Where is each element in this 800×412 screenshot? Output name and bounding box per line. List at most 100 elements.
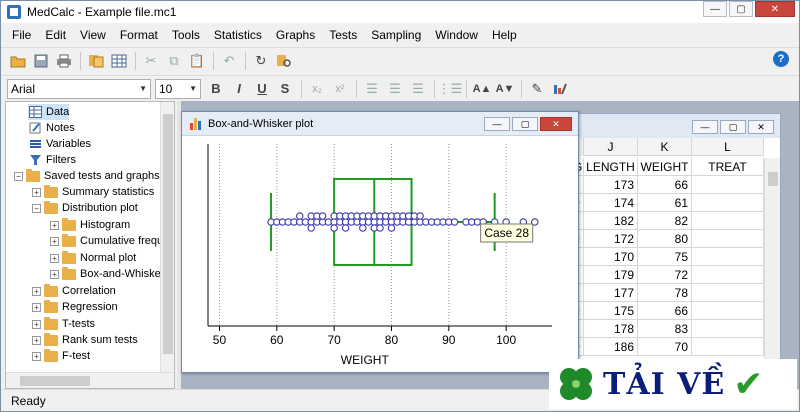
- shadow-button[interactable]: S: [274, 78, 296, 100]
- cut-icon[interactable]: ✂: [140, 50, 162, 72]
- help-icon[interactable]: ?: [773, 51, 789, 67]
- expand-icon[interactable]: +: [32, 302, 41, 312]
- data-cell[interactable]: 179: [584, 266, 638, 284]
- data-cell[interactable]: 61: [638, 194, 692, 212]
- edit-format-icon[interactable]: ✎: [526, 78, 548, 100]
- menu-file[interactable]: File: [5, 28, 38, 42]
- open-icon[interactable]: [7, 50, 29, 72]
- box-whisker-chart[interactable]: 50 60 70 80 90 100 WEIGHT Case 28: [182, 136, 578, 372]
- menu-window[interactable]: Window: [428, 28, 485, 42]
- collapse-icon[interactable]: −: [32, 203, 41, 213]
- menu-edit[interactable]: Edit: [38, 28, 73, 42]
- plot-minimize-button[interactable]: —: [484, 117, 510, 131]
- expand-icon[interactable]: +: [32, 319, 41, 329]
- expand-icon[interactable]: +: [50, 236, 59, 246]
- data-cell[interactable]: 170: [584, 248, 638, 266]
- data-cell[interactable]: 70: [638, 338, 692, 356]
- tree-item-cumulative[interactable]: + Cumulative freque: [50, 233, 161, 249]
- save-icon[interactable]: [30, 50, 52, 72]
- menu-graphs[interactable]: Graphs: [269, 28, 322, 42]
- data-cell[interactable]: 182: [584, 212, 638, 230]
- font-name-select[interactable]: Arial ▼: [7, 78, 151, 99]
- color-format-icon[interactable]: [549, 78, 571, 100]
- data-cell[interactable]: [692, 284, 764, 302]
- menu-help[interactable]: Help: [485, 28, 524, 42]
- scrollbar-thumb[interactable]: [20, 376, 90, 386]
- underline-button[interactable]: U: [251, 78, 273, 100]
- copy-icon[interactable]: ⧉: [163, 50, 185, 72]
- menu-view[interactable]: View: [73, 28, 113, 42]
- tree-item-saved[interactable]: − Saved tests and graphs: [14, 168, 160, 184]
- data-cell[interactable]: [692, 212, 764, 230]
- expand-icon[interactable]: +: [32, 286, 41, 296]
- data-cell[interactable]: 174: [584, 194, 638, 212]
- bold-button[interactable]: B: [205, 78, 227, 100]
- expand-icon[interactable]: +: [32, 351, 41, 361]
- data-cell[interactable]: 175: [584, 302, 638, 320]
- tree-vertical-scrollbar[interactable]: [160, 102, 174, 372]
- subscript-button[interactable]: x₂: [306, 78, 328, 100]
- tree-item-boxwhisker[interactable]: + Box-and-Whisker: [50, 266, 161, 282]
- spreadsheet-vertical-scrollbar[interactable]: [764, 158, 780, 386]
- variable-name-cell[interactable]: LENGTH: [584, 158, 638, 176]
- data-cell[interactable]: 66: [638, 302, 692, 320]
- italic-button[interactable]: I: [228, 78, 250, 100]
- tree-item-data[interactable]: Data: [28, 104, 70, 120]
- scrollbar-thumb[interactable]: [163, 114, 173, 354]
- find-icon[interactable]: [273, 50, 295, 72]
- data-cell[interactable]: 177: [584, 284, 638, 302]
- undo-icon[interactable]: ↶: [218, 50, 240, 72]
- copy-sheet-icon[interactable]: [85, 50, 107, 72]
- column-header-l[interactable]: L: [692, 138, 764, 156]
- data-cell[interactable]: 78: [638, 284, 692, 302]
- paste-icon[interactable]: 📋: [186, 50, 208, 72]
- data-cell[interactable]: 72: [638, 266, 692, 284]
- spreadsheet-close-button[interactable]: ✕: [748, 120, 774, 134]
- data-cell[interactable]: 83: [638, 320, 692, 338]
- collapse-icon[interactable]: −: [14, 171, 23, 181]
- data-cell[interactable]: [692, 248, 764, 266]
- align-left-icon[interactable]: ☰: [361, 78, 383, 100]
- redo-icon[interactable]: ↻: [250, 50, 272, 72]
- superscript-button[interactable]: x²: [329, 78, 351, 100]
- menu-statistics[interactable]: Statistics: [207, 28, 269, 42]
- align-right-icon[interactable]: ☰: [407, 78, 429, 100]
- data-cell[interactable]: [692, 194, 764, 212]
- data-cell[interactable]: 173: [584, 176, 638, 194]
- data-cell[interactable]: [692, 320, 764, 338]
- data-cell[interactable]: 172: [584, 230, 638, 248]
- expand-icon[interactable]: +: [32, 335, 41, 345]
- variable-name-cell[interactable]: WEIGHT: [638, 158, 692, 176]
- close-button[interactable]: ✕: [755, 1, 795, 17]
- increase-font-icon[interactable]: A▲: [471, 78, 493, 100]
- tree-item-histogram[interactable]: + Histogram: [50, 217, 130, 233]
- spreadsheet-minimize-button[interactable]: —: [692, 120, 718, 134]
- tree-item-variables[interactable]: Variables: [28, 136, 91, 152]
- spreadsheet-icon[interactable]: [108, 50, 130, 72]
- decrease-font-icon[interactable]: A▼: [494, 78, 516, 100]
- data-cell[interactable]: [692, 266, 764, 284]
- column-header-j[interactable]: J: [584, 138, 638, 156]
- tree-item-ranksum[interactable]: + Rank sum tests: [32, 332, 138, 348]
- tree-item-normal[interactable]: + Normal plot: [50, 250, 136, 266]
- data-cell[interactable]: [692, 230, 764, 248]
- data-cell[interactable]: 186: [584, 338, 638, 356]
- font-size-select[interactable]: 10 ▼: [155, 78, 201, 99]
- minimize-button[interactable]: —: [703, 1, 727, 17]
- align-center-icon[interactable]: ☰: [384, 78, 406, 100]
- menu-tools[interactable]: Tools: [165, 28, 207, 42]
- variable-name-cell[interactable]: TREAT: [692, 158, 764, 176]
- tree-item-summary[interactable]: + Summary statistics: [32, 184, 154, 200]
- data-cell[interactable]: 80: [638, 230, 692, 248]
- data-cell[interactable]: 82: [638, 212, 692, 230]
- plot-restore-button[interactable]: ▢: [512, 117, 538, 131]
- tree-item-ttests[interactable]: + T-tests: [32, 316, 95, 332]
- tree-item-correlation[interactable]: + Correlation: [32, 283, 116, 299]
- maximize-button[interactable]: ▢: [729, 1, 753, 17]
- data-cell[interactable]: 75: [638, 248, 692, 266]
- menu-tests[interactable]: Tests: [322, 28, 364, 42]
- tree-item-distribution[interactable]: − Distribution plot: [32, 200, 138, 216]
- plot-close-button[interactable]: ✕: [540, 117, 572, 131]
- menu-format[interactable]: Format: [113, 28, 165, 42]
- tree-item-notes[interactable]: Notes: [28, 120, 75, 136]
